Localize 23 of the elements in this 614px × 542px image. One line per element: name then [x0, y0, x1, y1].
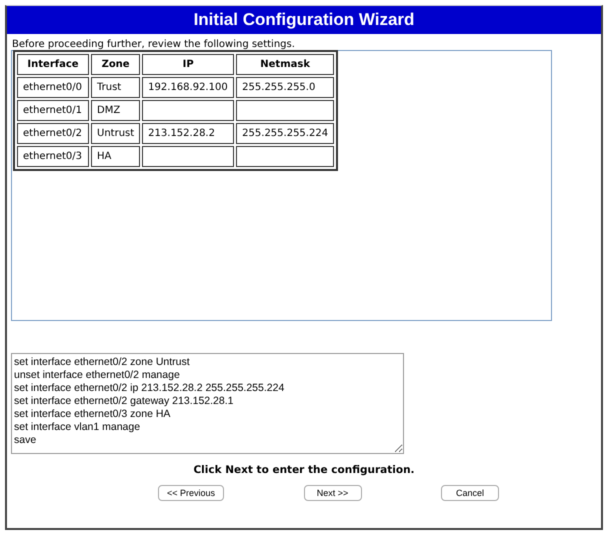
table-cell: ethernet0/2 [17, 123, 89, 144]
instruction-text: Click Next to enter the configuration. [192, 464, 416, 476]
table-cell: 255.255.255.224 [236, 123, 334, 144]
table-cell: 192.168.92.100 [142, 77, 234, 98]
table-cell: HA [91, 146, 140, 167]
window-title: Initial Configuration Wizard [7, 6, 601, 34]
table-cell: 255.255.255.0 [236, 77, 334, 98]
table-cell: Untrust [91, 123, 140, 144]
wizard-button[interactable]: Cancel [441, 485, 499, 501]
column-header: Interface [17, 54, 89, 75]
config-script-field[interactable]: set interface ethernet0/2 zone Untrust unset interface ethernet0/2 manage set interface ethernet0/2 ip 213.152.28.2 255.255.255.224 set interface ethernet0/2 gateway 213.152.28.1 set interface ethernet0/3 zone HA set interface vlan1 manage save [11, 353, 404, 454]
table-cell: ethernet0/3 [17, 146, 89, 167]
intro-text: Before proceeding further, review the following settings. [12, 39, 296, 50]
column-header: IP [142, 54, 234, 75]
table-cell: Trust [91, 77, 140, 98]
wizard-button[interactable]: Next >> [304, 485, 362, 501]
table-cell: ethernet0/0 [17, 77, 89, 98]
wizard-button[interactable]: << Previous [158, 485, 224, 501]
table-cell: 213.152.28.2 [142, 123, 234, 144]
column-header: Zone [91, 54, 140, 75]
table-cell: ethernet0/1 [17, 100, 89, 121]
column-header: Netmask [236, 54, 334, 75]
table-cell: DMZ [91, 100, 140, 121]
